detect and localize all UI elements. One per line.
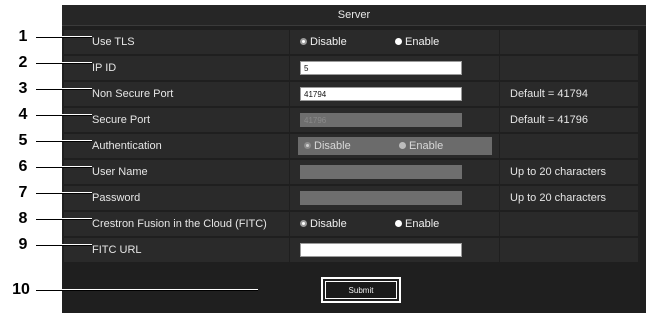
row-use-tls: Use TLS Disable Enable (64, 30, 638, 54)
callout-leader-line (36, 114, 92, 116)
callout-leader-line (36, 289, 258, 291)
row-fitc-url: FITC URL (64, 238, 638, 262)
use-tls-note (502, 30, 638, 54)
authentication-label: Authentication (64, 134, 290, 158)
callout-leader-line (36, 244, 92, 246)
password-input (300, 191, 462, 205)
callout-1: 1 (0, 27, 92, 47)
fitc-note (502, 212, 638, 236)
callout-5: 5 (0, 131, 92, 151)
use-tls-radio-group: Disable Enable (300, 30, 500, 54)
user-name-label: User Name (64, 160, 290, 184)
ip-id-label: IP ID (64, 56, 290, 80)
server-settings-panel: Server Use TLS Disable Enable IP ID Non … (62, 5, 646, 313)
callout-leader-line (36, 166, 92, 168)
callout-7: 7 (0, 183, 92, 203)
row-ip-id: IP ID (64, 56, 638, 80)
password-note: Up to 20 characters (510, 192, 606, 204)
password-label: Password (64, 186, 290, 210)
callout-leader-line (36, 62, 92, 64)
fitc-disable-radio[interactable]: Disable (300, 212, 347, 236)
row-authentication: Authentication Disable Enable (64, 134, 638, 158)
use-tls-enable-radio[interactable]: Enable (395, 30, 439, 54)
ip-id-note (502, 56, 638, 80)
row-user-name: User Name Up to 20 characters (64, 160, 638, 184)
callout-6: 6 (0, 157, 92, 177)
panel-title: Server (62, 5, 646, 26)
fitc-url-note (502, 238, 638, 262)
user-name-input (300, 165, 462, 179)
radio-unselected-icon (395, 38, 402, 45)
non-secure-port-default-note: Default = 41794 (510, 88, 588, 100)
callout-4: 4 (0, 105, 92, 125)
radio-unselected-icon (395, 220, 402, 227)
non-secure-port-label: Non Secure Port (64, 82, 290, 106)
radio-selected-icon (304, 142, 311, 149)
callout-leader-line (36, 88, 92, 90)
secure-port-input (300, 113, 462, 127)
row-non-secure-port: Non Secure Port Default = 41794 (64, 82, 638, 106)
fitc-url-label: FITC URL (64, 238, 290, 262)
user-name-note: Up to 20 characters (510, 166, 606, 178)
authentication-radio-group: Disable Enable (298, 137, 492, 155)
fitc-label: Crestron Fusion in the Cloud (FITC) (64, 212, 290, 236)
callout-2: 2 (0, 53, 92, 73)
callout-8: 8 (0, 209, 92, 229)
callout-leader-line (36, 192, 92, 194)
secure-port-default-note: Default = 41796 (510, 114, 588, 126)
ip-id-input[interactable] (300, 61, 462, 75)
radio-unselected-icon (399, 142, 406, 149)
non-secure-port-input[interactable] (300, 87, 462, 101)
radio-selected-icon (300, 220, 307, 227)
fitc-url-input[interactable] (300, 243, 462, 257)
authentication-enable-radio: Enable (399, 137, 443, 155)
radio-selected-icon (300, 38, 307, 45)
callout-9: 9 (0, 235, 92, 255)
callout-leader-line (36, 218, 92, 220)
callout-3: 3 (0, 79, 92, 99)
authentication-disable-radio: Disable (304, 137, 351, 155)
callout-leader-line (36, 36, 92, 38)
use-tls-label: Use TLS (64, 30, 290, 54)
fitc-radio-group: Disable Enable (300, 212, 500, 236)
submit-callout-frame: Submit (321, 277, 401, 303)
row-fitc: Crestron Fusion in the Cloud (FITC) Disa… (64, 212, 638, 236)
row-secure-port: Secure Port Default = 41796 (64, 108, 638, 132)
submit-button[interactable]: Submit (325, 281, 397, 299)
authentication-note (502, 134, 638, 158)
use-tls-disable-radio[interactable]: Disable (300, 30, 347, 54)
fitc-enable-radio[interactable]: Enable (395, 212, 439, 236)
callout-leader-line (36, 140, 92, 142)
secure-port-label: Secure Port (64, 108, 290, 132)
callout-10: 10 (0, 280, 260, 300)
row-password: Password Up to 20 characters (64, 186, 638, 210)
